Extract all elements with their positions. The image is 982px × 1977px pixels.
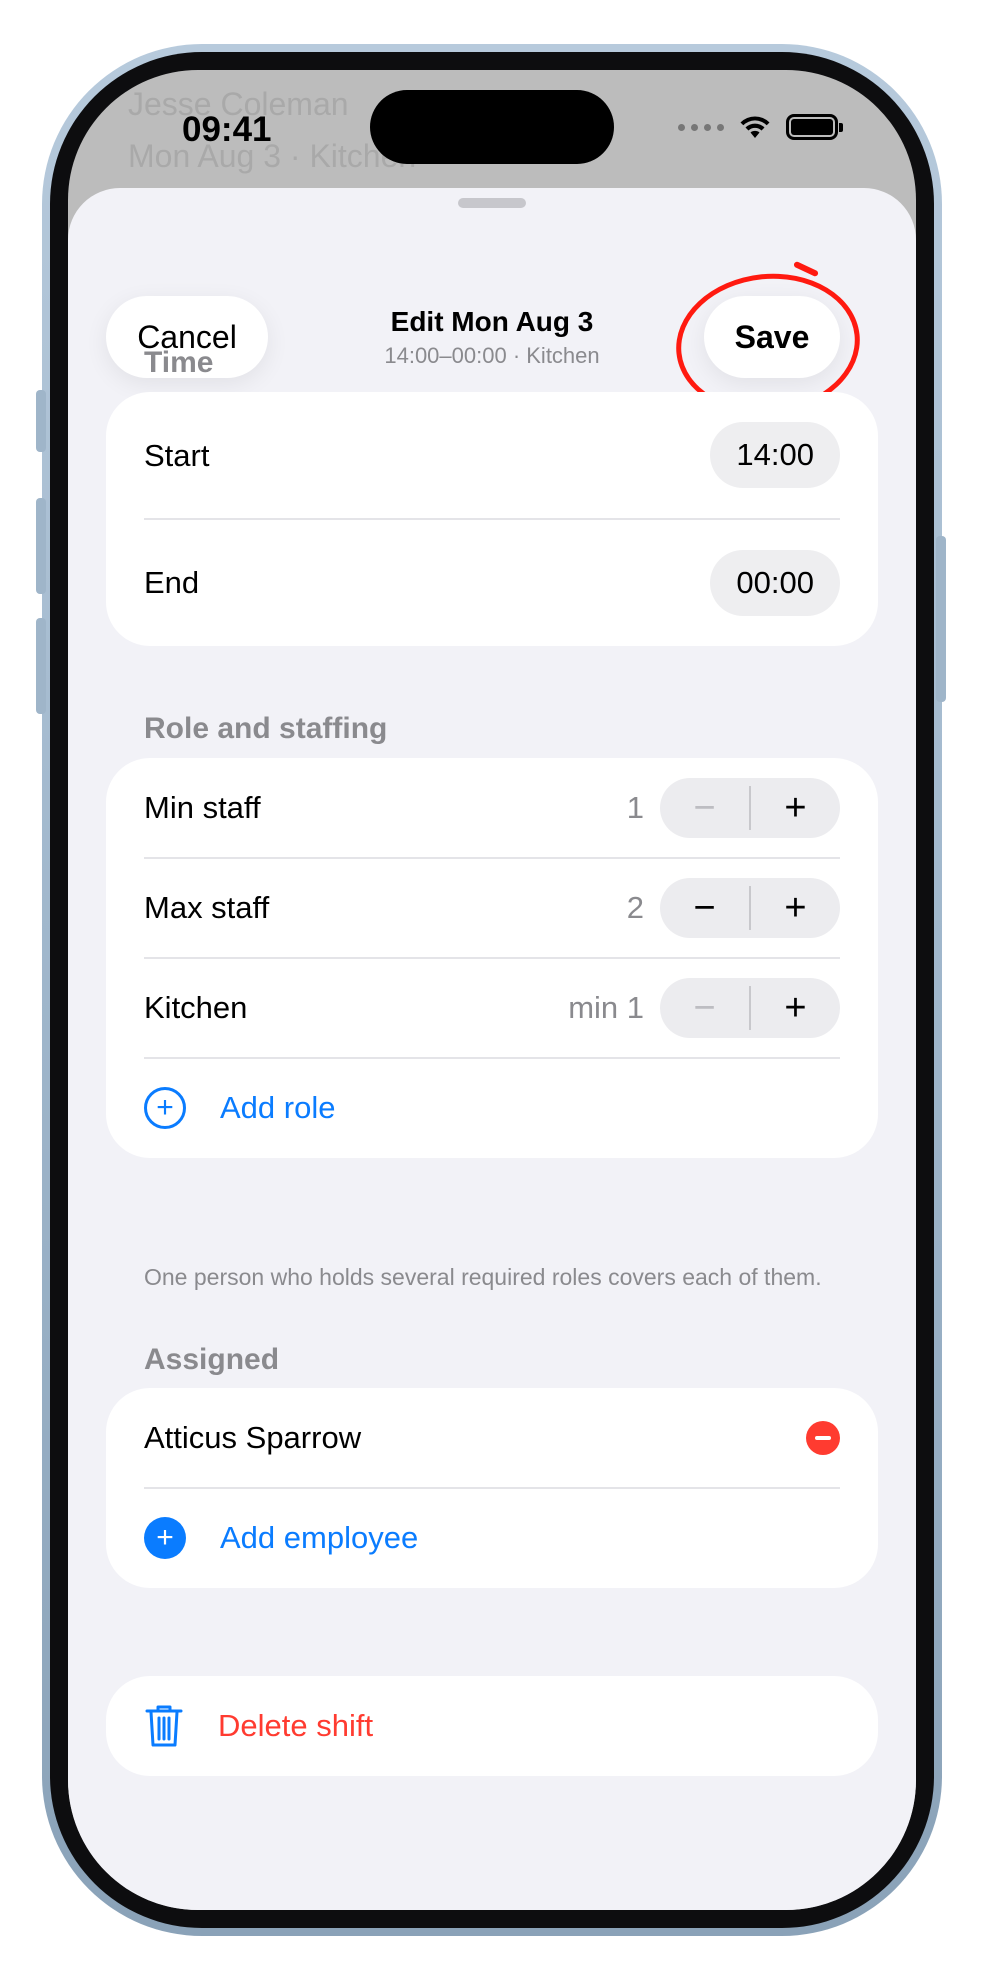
annotation-circle-tail xyxy=(792,260,820,278)
min-staff-increment-button[interactable]: + xyxy=(751,778,840,838)
kitchen-role-label: Kitchen xyxy=(144,990,248,1025)
max-staff-decrement-button[interactable]: − xyxy=(660,878,749,938)
plus-circle-filled-icon: + xyxy=(144,1517,186,1559)
min-staff-label: Min staff xyxy=(144,790,261,825)
status-icons xyxy=(678,114,843,140)
max-staff-increment-button[interactable]: + xyxy=(751,878,840,938)
battery-icon xyxy=(786,114,843,140)
delete-shift-card: Delete shift xyxy=(106,1676,878,1776)
side-button-action xyxy=(36,390,46,452)
side-button-power xyxy=(936,536,946,702)
add-role-label: Add role xyxy=(220,1090,336,1125)
section-header-staffing: Role and staffing xyxy=(144,712,388,745)
max-staff-label: Max staff xyxy=(144,890,270,925)
kitchen-role-increment-button[interactable]: + xyxy=(751,978,840,1038)
wifi-icon xyxy=(740,116,770,138)
edit-shift-sheet: Cancel Edit Mon Aug 3 14:00–00:00 · Kitc… xyxy=(68,188,916,1910)
start-label: Start xyxy=(144,437,210,473)
screen: Jesse Coleman Mon Aug 3 · Kitchen 09:41 … xyxy=(68,70,916,1910)
end-label: End xyxy=(144,564,200,600)
max-staff-stepper: − + xyxy=(660,878,840,938)
min-staff-decrement-button[interactable]: − xyxy=(660,778,749,838)
staffing-footnote: One person who holds several required ro… xyxy=(144,1264,822,1290)
employee-name: Atticus Sparrow xyxy=(144,1420,362,1455)
delete-shift-label: Delete shift xyxy=(218,1708,374,1743)
end-time-picker[interactable]: 00:00 xyxy=(710,550,840,616)
min-staff-stepper: − + xyxy=(660,778,840,838)
add-employee-label: Add employee xyxy=(220,1520,419,1555)
dynamic-island xyxy=(370,90,614,164)
start-time-picker[interactable]: 14:00 xyxy=(710,422,840,488)
delete-shift-button[interactable]: Delete shift xyxy=(144,1676,840,1776)
kitchen-role-decrement-button[interactable]: − xyxy=(660,978,749,1038)
kitchen-role-value: min 1 xyxy=(568,990,644,1025)
remove-employee-button[interactable] xyxy=(806,1421,840,1455)
min-staff-value: 1 xyxy=(626,790,644,825)
add-role-button[interactable]: + Add role xyxy=(144,1058,840,1158)
add-employee-button[interactable]: + Add employee xyxy=(144,1488,840,1588)
kitchen-role-stepper: − + xyxy=(660,978,840,1038)
sheet-grabber[interactable] xyxy=(458,198,526,208)
time-card: Start 14:00 End 00:00 xyxy=(106,392,878,646)
max-staff-value: 2 xyxy=(626,890,644,925)
assigned-card: Atticus Sparrow + Add employee xyxy=(106,1388,878,1588)
assigned-employee-row: Atticus Sparrow xyxy=(144,1388,840,1488)
minus-circle-filled-icon xyxy=(815,1436,831,1440)
side-button-volume-down xyxy=(36,618,46,714)
cellular-icon xyxy=(678,123,724,131)
status-time: 09:41 xyxy=(182,110,272,149)
staffing-card: Min staff 1 − + Max staff 2 − + Kitchen xyxy=(106,758,878,1158)
plus-circle-outline-icon: + xyxy=(144,1087,186,1129)
trash-icon xyxy=(145,1705,183,1747)
section-header-assigned: Assigned xyxy=(144,1343,280,1376)
side-button-volume-up xyxy=(36,498,46,594)
section-header-time: Time xyxy=(144,346,214,379)
